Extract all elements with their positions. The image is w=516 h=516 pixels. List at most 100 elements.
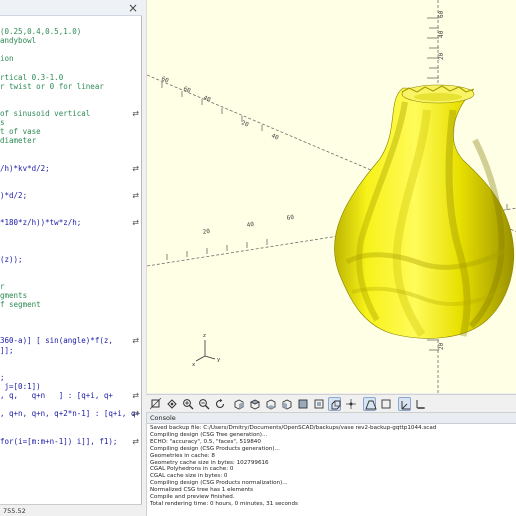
- axis-label-x-neg-1: 20: [202, 228, 211, 236]
- code-line[interactable]: of sinusoid vertical ⇄: [0, 109, 142, 118]
- view-toolbar: [146, 394, 516, 413]
- view-back-button[interactable]: [312, 397, 325, 411]
- code-line[interactable]: [0, 355, 142, 364]
- code-line[interactable]: [0, 154, 142, 163]
- 3d-viewport[interactable]: 60 60 40 20 40 60 20 40 20 40 60 20 40 6…: [146, 0, 516, 393]
- code-line[interactable]: [0, 209, 142, 218]
- reset-view-button[interactable]: [165, 397, 178, 411]
- view-diagonal-button[interactable]: [328, 397, 341, 411]
- code-line[interactable]: [0, 245, 142, 254]
- code-line[interactable]: )*d/2; ⇄: [0, 191, 142, 200]
- code-line[interactable]: gments: [0, 291, 142, 300]
- code-line[interactable]: [0, 427, 142, 436]
- view-right-button[interactable]: [232, 397, 245, 411]
- code-line[interactable]: j=[0:1]): [0, 382, 142, 391]
- code-line[interactable]: diameter: [0, 136, 142, 145]
- code-line[interactable]: [0, 100, 142, 109]
- orthogonal-button[interactable]: [379, 397, 392, 411]
- code-line[interactable]: r: [0, 282, 142, 291]
- code-line-text: rtical 0.3-1.0: [0, 72, 64, 82]
- code-line[interactable]: f segment: [0, 300, 142, 309]
- code-line[interactable]: for(i=[m:m+n-1]) i]], f1); ⇄: [0, 437, 142, 446]
- code-line[interactable]: (0.25,0.4,0.5,1.0): [0, 27, 142, 36]
- code-line[interactable]: r twist or 0 for linear: [0, 82, 142, 91]
- gizmo-z-label: z: [203, 333, 206, 339]
- viewport-canvas[interactable]: 60 60 40 20 40 60 20 40 20 40 60 20 40 6…: [147, 0, 516, 393]
- code-line[interactable]: (z));: [0, 255, 142, 264]
- code-line[interactable]: t of vase: [0, 127, 142, 136]
- console-output: Saved backup file: C:/Users/Dmitry/Docum…: [150, 425, 516, 508]
- code-line[interactable]: ]];: [0, 346, 142, 355]
- console-line: Compile and preview finished.: [150, 494, 235, 501]
- zoom-in-button[interactable]: [181, 397, 194, 411]
- view-front-button[interactable]: [296, 397, 309, 411]
- console-line: Compiling design (CSG Products normaliza…: [150, 480, 288, 487]
- code-line[interactable]: , q+n, q+n, q+2*n-1] : [q+i, q+ ⇄: [0, 409, 142, 418]
- axis-label-z-neg-1: 20: [438, 342, 445, 350]
- code-line[interactable]: [0, 273, 142, 282]
- line-wrap-icon: ⇄: [132, 108, 139, 118]
- code-line-text: andybowl: [0, 36, 37, 46]
- view-all-button-icon: [150, 398, 162, 410]
- code-line[interactable]: [0, 309, 142, 318]
- console-line: CGAL Polyhedrons in cache: 0: [150, 466, 234, 473]
- code-text-area[interactable]: (0.25,0.4,0.5,1.0) andybowl ion rtical 0.3-…: [0, 27, 142, 497]
- code-line-text: ]];: [0, 345, 14, 355]
- code-line[interactable]: , q, q+n ] : [q+i, q+ ⇄: [0, 391, 142, 400]
- perspective-button[interactable]: [363, 397, 377, 411]
- line-wrap-icon: ⇄: [132, 436, 139, 446]
- code-line-text: *180*z/h))*tw*z/h;: [0, 218, 82, 228]
- code-line[interactable]: [0, 364, 142, 373]
- code-line[interactable]: [0, 318, 142, 327]
- code-line[interactable]: [0, 45, 142, 54]
- code-line[interactable]: rtical 0.3-1.0: [0, 73, 142, 82]
- console-line: Geometry cache size in bytes: 102799616: [150, 459, 269, 466]
- code-line[interactable]: /h)*kv*d/2; ⇄: [0, 164, 142, 173]
- code-line[interactable]: andybowl: [0, 36, 142, 45]
- console-panel[interactable]: Console Saved backup file: C:/Users/Dmit…: [146, 413, 516, 516]
- zoom-out-button[interactable]: [197, 397, 210, 411]
- code-line-text: r: [0, 281, 5, 291]
- line-wrap-icon: ⇄: [132, 336, 139, 346]
- axis-label-y-near-1: 20: [240, 119, 250, 128]
- view-all-button[interactable]: [149, 397, 162, 411]
- view-center-button[interactable]: [344, 397, 357, 411]
- code-line[interactable]: 360-a)] [ sin(angle)*f(z, ⇄: [0, 336, 142, 345]
- code-line[interactable]: [0, 418, 142, 427]
- line-wrap-icon: ⇄: [132, 218, 139, 228]
- zoom-out-button-icon: [199, 399, 210, 410]
- editor-status-bar: 755.52: [0, 504, 142, 516]
- code-line[interactable]: [0, 327, 142, 336]
- console-line: Compiling design (CSG Products generatio…: [150, 445, 280, 452]
- show-axes-button[interactable]: [398, 397, 411, 411]
- view-left-button[interactable]: [280, 397, 293, 411]
- show-axes-button-icon: [401, 401, 410, 410]
- axis-label-y-far-3: 40: [202, 94, 212, 103]
- console-title: Console: [147, 413, 516, 424]
- code-line[interactable]: [0, 264, 142, 273]
- code-editor-panel[interactable]: × (0.25,0.4,0.5,1.0) andybowl ion rtical 0.…: [0, 0, 142, 516]
- code-line[interactable]: [0, 236, 142, 245]
- code-line[interactable]: *180*z/h))*tw*z/h; ⇄: [0, 218, 142, 227]
- code-line[interactable]: [0, 400, 142, 409]
- close-icon[interactable]: ×: [128, 1, 138, 15]
- code-line-text: gments: [0, 290, 28, 300]
- code-line[interactable]: ;: [0, 373, 142, 382]
- code-line[interactable]: [0, 227, 142, 236]
- view-top-button[interactable]: [248, 397, 261, 411]
- code-line[interactable]: [0, 91, 142, 100]
- code-line[interactable]: [0, 173, 142, 182]
- code-line[interactable]: [0, 182, 142, 191]
- code-line-text: f segment: [0, 300, 41, 309]
- view-front-button-icon: [298, 399, 308, 409]
- code-line[interactable]: s: [0, 118, 142, 127]
- code-line[interactable]: [0, 63, 142, 72]
- axis-label-z-2: 40: [438, 30, 445, 38]
- view-bottom-button[interactable]: [264, 397, 277, 411]
- code-line[interactable]: [0, 145, 142, 154]
- code-line[interactable]: [0, 200, 142, 209]
- rotate-view-button[interactable]: [213, 397, 226, 411]
- view-back-button-icon: [314, 399, 324, 409]
- show-scale-markers-button[interactable]: [414, 397, 427, 411]
- code-line[interactable]: ion: [0, 54, 142, 63]
